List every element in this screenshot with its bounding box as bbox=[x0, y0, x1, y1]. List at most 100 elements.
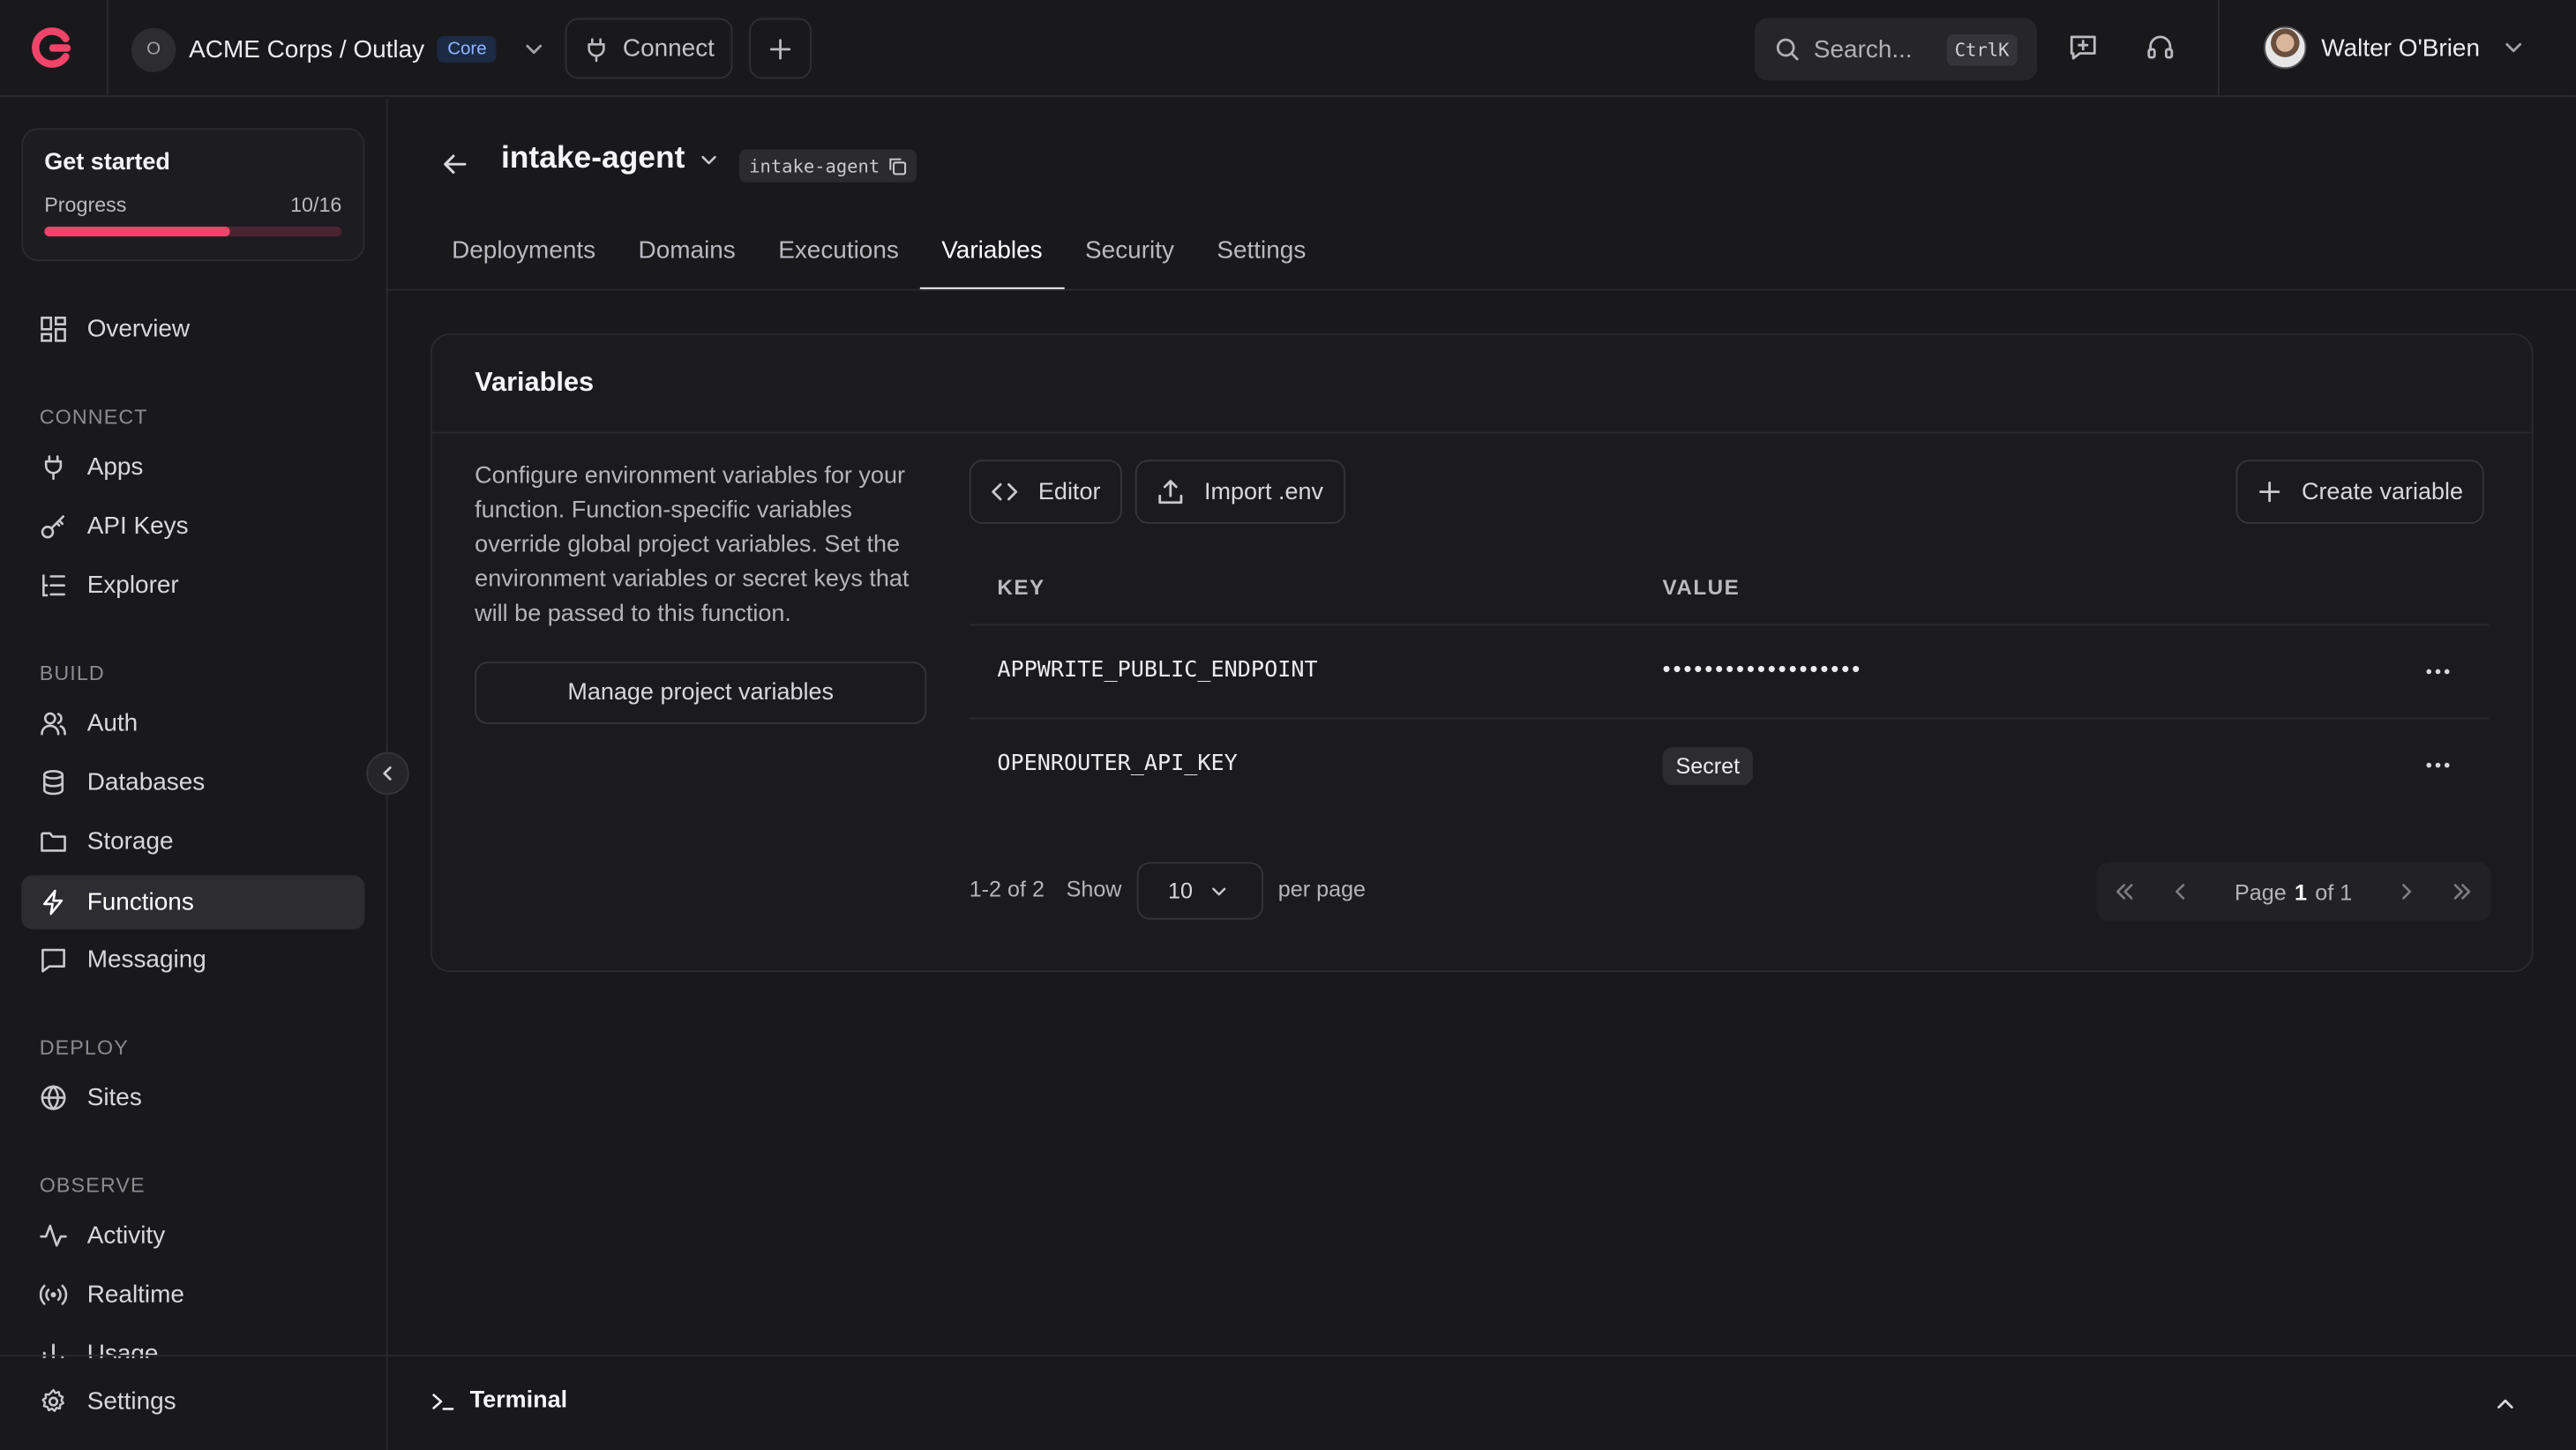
support-headset-icon[interactable] bbox=[2140, 28, 2180, 68]
lightning-icon bbox=[40, 888, 68, 916]
row-actions-button[interactable] bbox=[2420, 654, 2456, 690]
divider bbox=[2217, 0, 2220, 97]
appwrite-logo-icon[interactable] bbox=[30, 25, 76, 71]
broadcast-icon bbox=[39, 1281, 68, 1309]
search-placeholder: Search... bbox=[1813, 35, 1913, 64]
more-horizontal-icon bbox=[2425, 667, 2452, 676]
sidebar-item-realtime[interactable]: Realtime bbox=[21, 1267, 364, 1321]
organization-switcher[interactable]: O ACME Corps / Outlay Core bbox=[131, 26, 546, 72]
copy-icon bbox=[889, 157, 907, 175]
import-env-button[interactable]: Import .env bbox=[1134, 460, 1345, 524]
avatar bbox=[2264, 26, 2307, 70]
row-actions-button[interactable] bbox=[2420, 747, 2456, 783]
editor-button[interactable]: Editor bbox=[969, 460, 1122, 524]
variable-key: APPWRITE_PUBLIC_ENDPOINT bbox=[997, 656, 1318, 684]
code-icon bbox=[991, 478, 1019, 506]
chevron-down-icon bbox=[698, 148, 719, 169]
sidebar-item-label: API Keys bbox=[86, 512, 189, 541]
per-page-select[interactable]: 10 bbox=[1136, 862, 1264, 920]
sidebar-item-label: Auth bbox=[86, 709, 139, 737]
tab-domains[interactable]: Domains bbox=[617, 225, 757, 290]
tab-variables[interactable]: Variables bbox=[920, 225, 1064, 291]
tab-executions[interactable]: Executions bbox=[757, 225, 920, 290]
import-label: Import .env bbox=[1203, 478, 1324, 505]
back-arrow-icon[interactable] bbox=[440, 149, 470, 179]
section-heading-connect: CONNECT bbox=[39, 405, 148, 429]
search-icon bbox=[1774, 36, 1801, 63]
tab-deployments[interactable]: Deployments bbox=[431, 225, 617, 290]
sidebar-item-apps[interactable]: Apps bbox=[21, 440, 364, 494]
last-page-button[interactable] bbox=[2435, 862, 2490, 921]
secret-badge: Secret bbox=[1662, 747, 1754, 785]
chevron-up-icon[interactable] bbox=[2494, 1393, 2517, 1416]
activity-icon bbox=[40, 1222, 68, 1250]
page-total: of 1 bbox=[2315, 878, 2353, 904]
sidebar-scroll-clip: Usage bbox=[0, 1327, 386, 1358]
sidebar-item-label: Messaging bbox=[86, 945, 206, 975]
top-bar: O ACME Corps / Outlay Core Connect Searc… bbox=[0, 0, 2576, 97]
sidebar-item-messaging[interactable]: Messaging bbox=[21, 933, 364, 987]
manage-project-variables-button[interactable]: Manage project variables bbox=[475, 661, 927, 725]
tab-security[interactable]: Security bbox=[1064, 225, 1195, 290]
connect-label: Connect bbox=[622, 34, 715, 63]
gear-icon bbox=[40, 1387, 68, 1416]
sidebar-item-label: Functions bbox=[86, 888, 194, 916]
chevron-down-icon bbox=[1209, 881, 1229, 901]
user-menu[interactable]: Walter O'Brien bbox=[2264, 26, 2524, 70]
sidebar-item-storage[interactable]: Storage bbox=[21, 814, 364, 868]
sidebar-item-label: Realtime bbox=[86, 1281, 184, 1309]
create-variable-label: Create variable bbox=[2301, 478, 2464, 505]
search-shortcut: CtrlK bbox=[1946, 34, 2018, 65]
create-variable-button[interactable]: Create variable bbox=[2235, 460, 2485, 524]
tab-settings[interactable]: Settings bbox=[1195, 225, 1327, 290]
divider bbox=[107, 0, 109, 97]
tab-bar: Deployments Domains Executions Variables… bbox=[431, 225, 1328, 291]
next-page-button[interactable] bbox=[2378, 862, 2434, 921]
sidebar-item-api-keys[interactable]: API Keys bbox=[21, 499, 364, 553]
more-horizontal-icon bbox=[2425, 760, 2452, 770]
sidebar-item-sites[interactable]: Sites bbox=[21, 1071, 364, 1125]
feedback-icon[interactable] bbox=[2063, 28, 2103, 68]
list-tree-icon bbox=[40, 572, 68, 600]
database-icon bbox=[40, 768, 68, 796]
sidebar-item-auth[interactable]: Auth bbox=[21, 696, 364, 750]
sidebar-item-label: Settings bbox=[86, 1387, 176, 1416]
users-icon bbox=[40, 709, 68, 737]
page-current: 1 bbox=[2294, 878, 2307, 904]
per-page-value: 10 bbox=[1168, 878, 1194, 903]
terminal-header[interactable]: Terminal bbox=[431, 1387, 567, 1414]
plus-icon bbox=[768, 35, 794, 62]
function-switcher[interactable]: intake-agent bbox=[501, 141, 720, 177]
pagination-range: 1-2 of 2 bbox=[969, 877, 1045, 902]
first-page-button[interactable] bbox=[2096, 862, 2152, 921]
chevron-right-icon bbox=[2395, 880, 2418, 903]
sidebar-item-functions[interactable]: Functions bbox=[21, 875, 365, 930]
sidebar-item-activity[interactable]: Activity bbox=[21, 1208, 364, 1262]
function-id-badge[interactable]: intake-agent bbox=[738, 149, 918, 183]
terminal-icon bbox=[431, 1388, 455, 1413]
page-indicator: Page 1 of 1 bbox=[2208, 879, 2379, 904]
progress-count: 10/16 bbox=[290, 193, 342, 217]
variable-key: OPENROUTER_API_KEY bbox=[997, 750, 1238, 777]
sidebar-item-overview[interactable]: Overview bbox=[21, 303, 364, 356]
terminal-label: Terminal bbox=[469, 1387, 568, 1415]
sidebar-item-explorer[interactable]: Explorer bbox=[21, 558, 364, 612]
add-button[interactable] bbox=[749, 18, 812, 79]
connect-button[interactable]: Connect bbox=[565, 18, 733, 79]
collapse-sidebar-button[interactable] bbox=[366, 751, 409, 796]
sidebar-item-label: Explorer bbox=[86, 571, 179, 600]
previous-page-button[interactable] bbox=[2152, 862, 2207, 921]
dashboard-icon bbox=[40, 315, 68, 343]
sidebar-item-label: Databases bbox=[86, 768, 206, 796]
progress-bar bbox=[44, 226, 342, 237]
divider bbox=[431, 431, 2532, 434]
chevrons-left-icon bbox=[2113, 880, 2136, 903]
get-started-card[interactable]: Get started Progress 10/16 bbox=[21, 128, 365, 262]
variables-description: Configure environment variables for your… bbox=[475, 463, 910, 628]
search-input[interactable]: Search... CtrlK bbox=[1754, 18, 2038, 81]
sidebar-item-settings[interactable]: Settings bbox=[21, 1374, 364, 1428]
sidebar-item-databases[interactable]: Databases bbox=[21, 755, 364, 809]
card-title: Variables bbox=[475, 368, 595, 398]
variable-value-masked[interactable]: ••••••••••••••••••• bbox=[1663, 655, 1863, 682]
sidebar-item-usage[interactable]: Usage bbox=[21, 1327, 364, 1358]
